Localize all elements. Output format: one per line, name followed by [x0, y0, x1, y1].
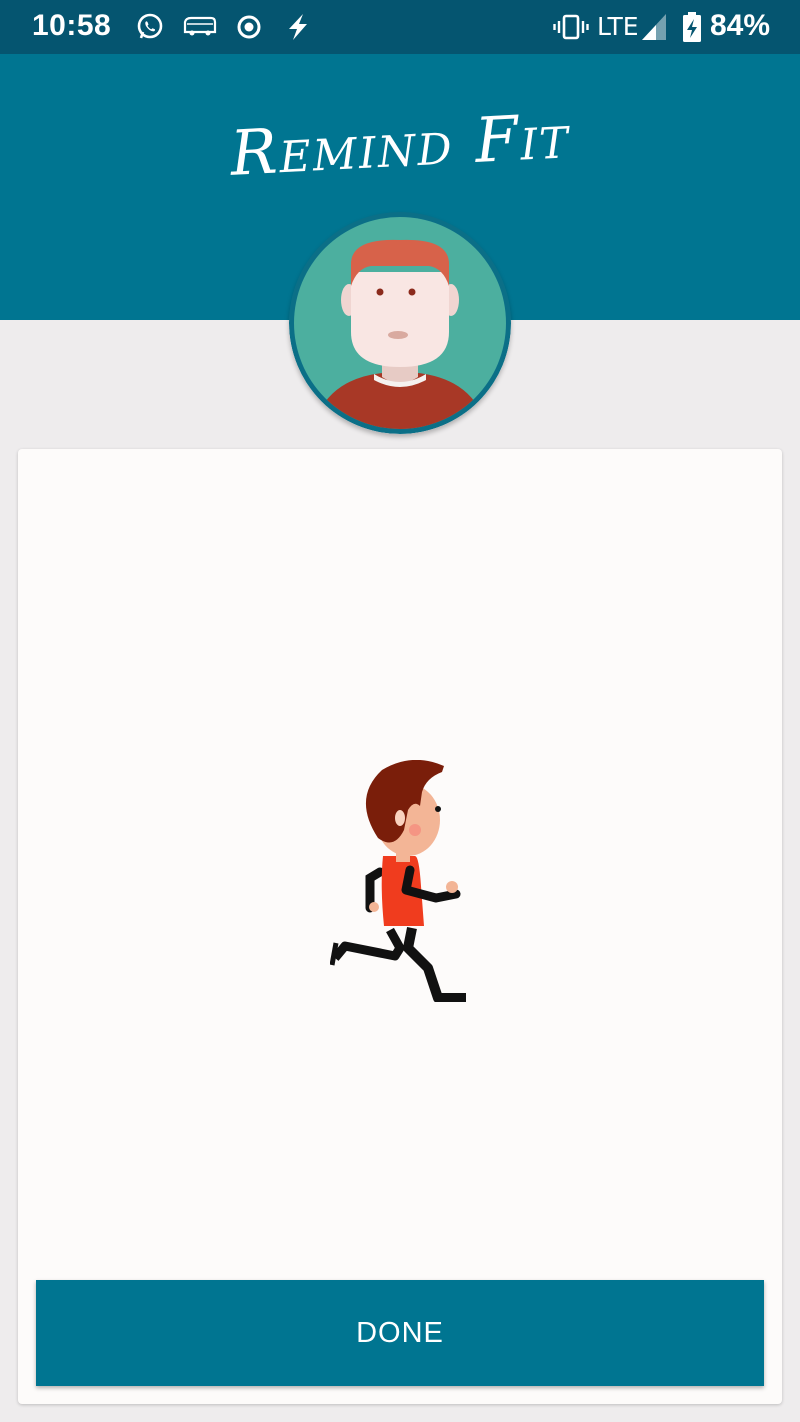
battery-charging-icon: [683, 12, 701, 42]
record-icon: [237, 15, 261, 39]
done-button[interactable]: DONE: [36, 1280, 764, 1386]
network-type: LTE: [597, 12, 639, 41]
flash-icon: [289, 14, 307, 40]
vibrate-icon: [553, 14, 589, 40]
running-man-illustration: [330, 760, 466, 1002]
status-bar: 10:58 LTE 84%: [0, 0, 800, 54]
battery-level: 84%: [710, 9, 771, 42]
whatsapp-icon: [137, 13, 163, 39]
signal-icon: [642, 14, 666, 40]
user-avatar-icon[interactable]: [289, 212, 511, 434]
bus-icon: [183, 16, 217, 36]
status-time: 10:58: [32, 9, 112, 42]
